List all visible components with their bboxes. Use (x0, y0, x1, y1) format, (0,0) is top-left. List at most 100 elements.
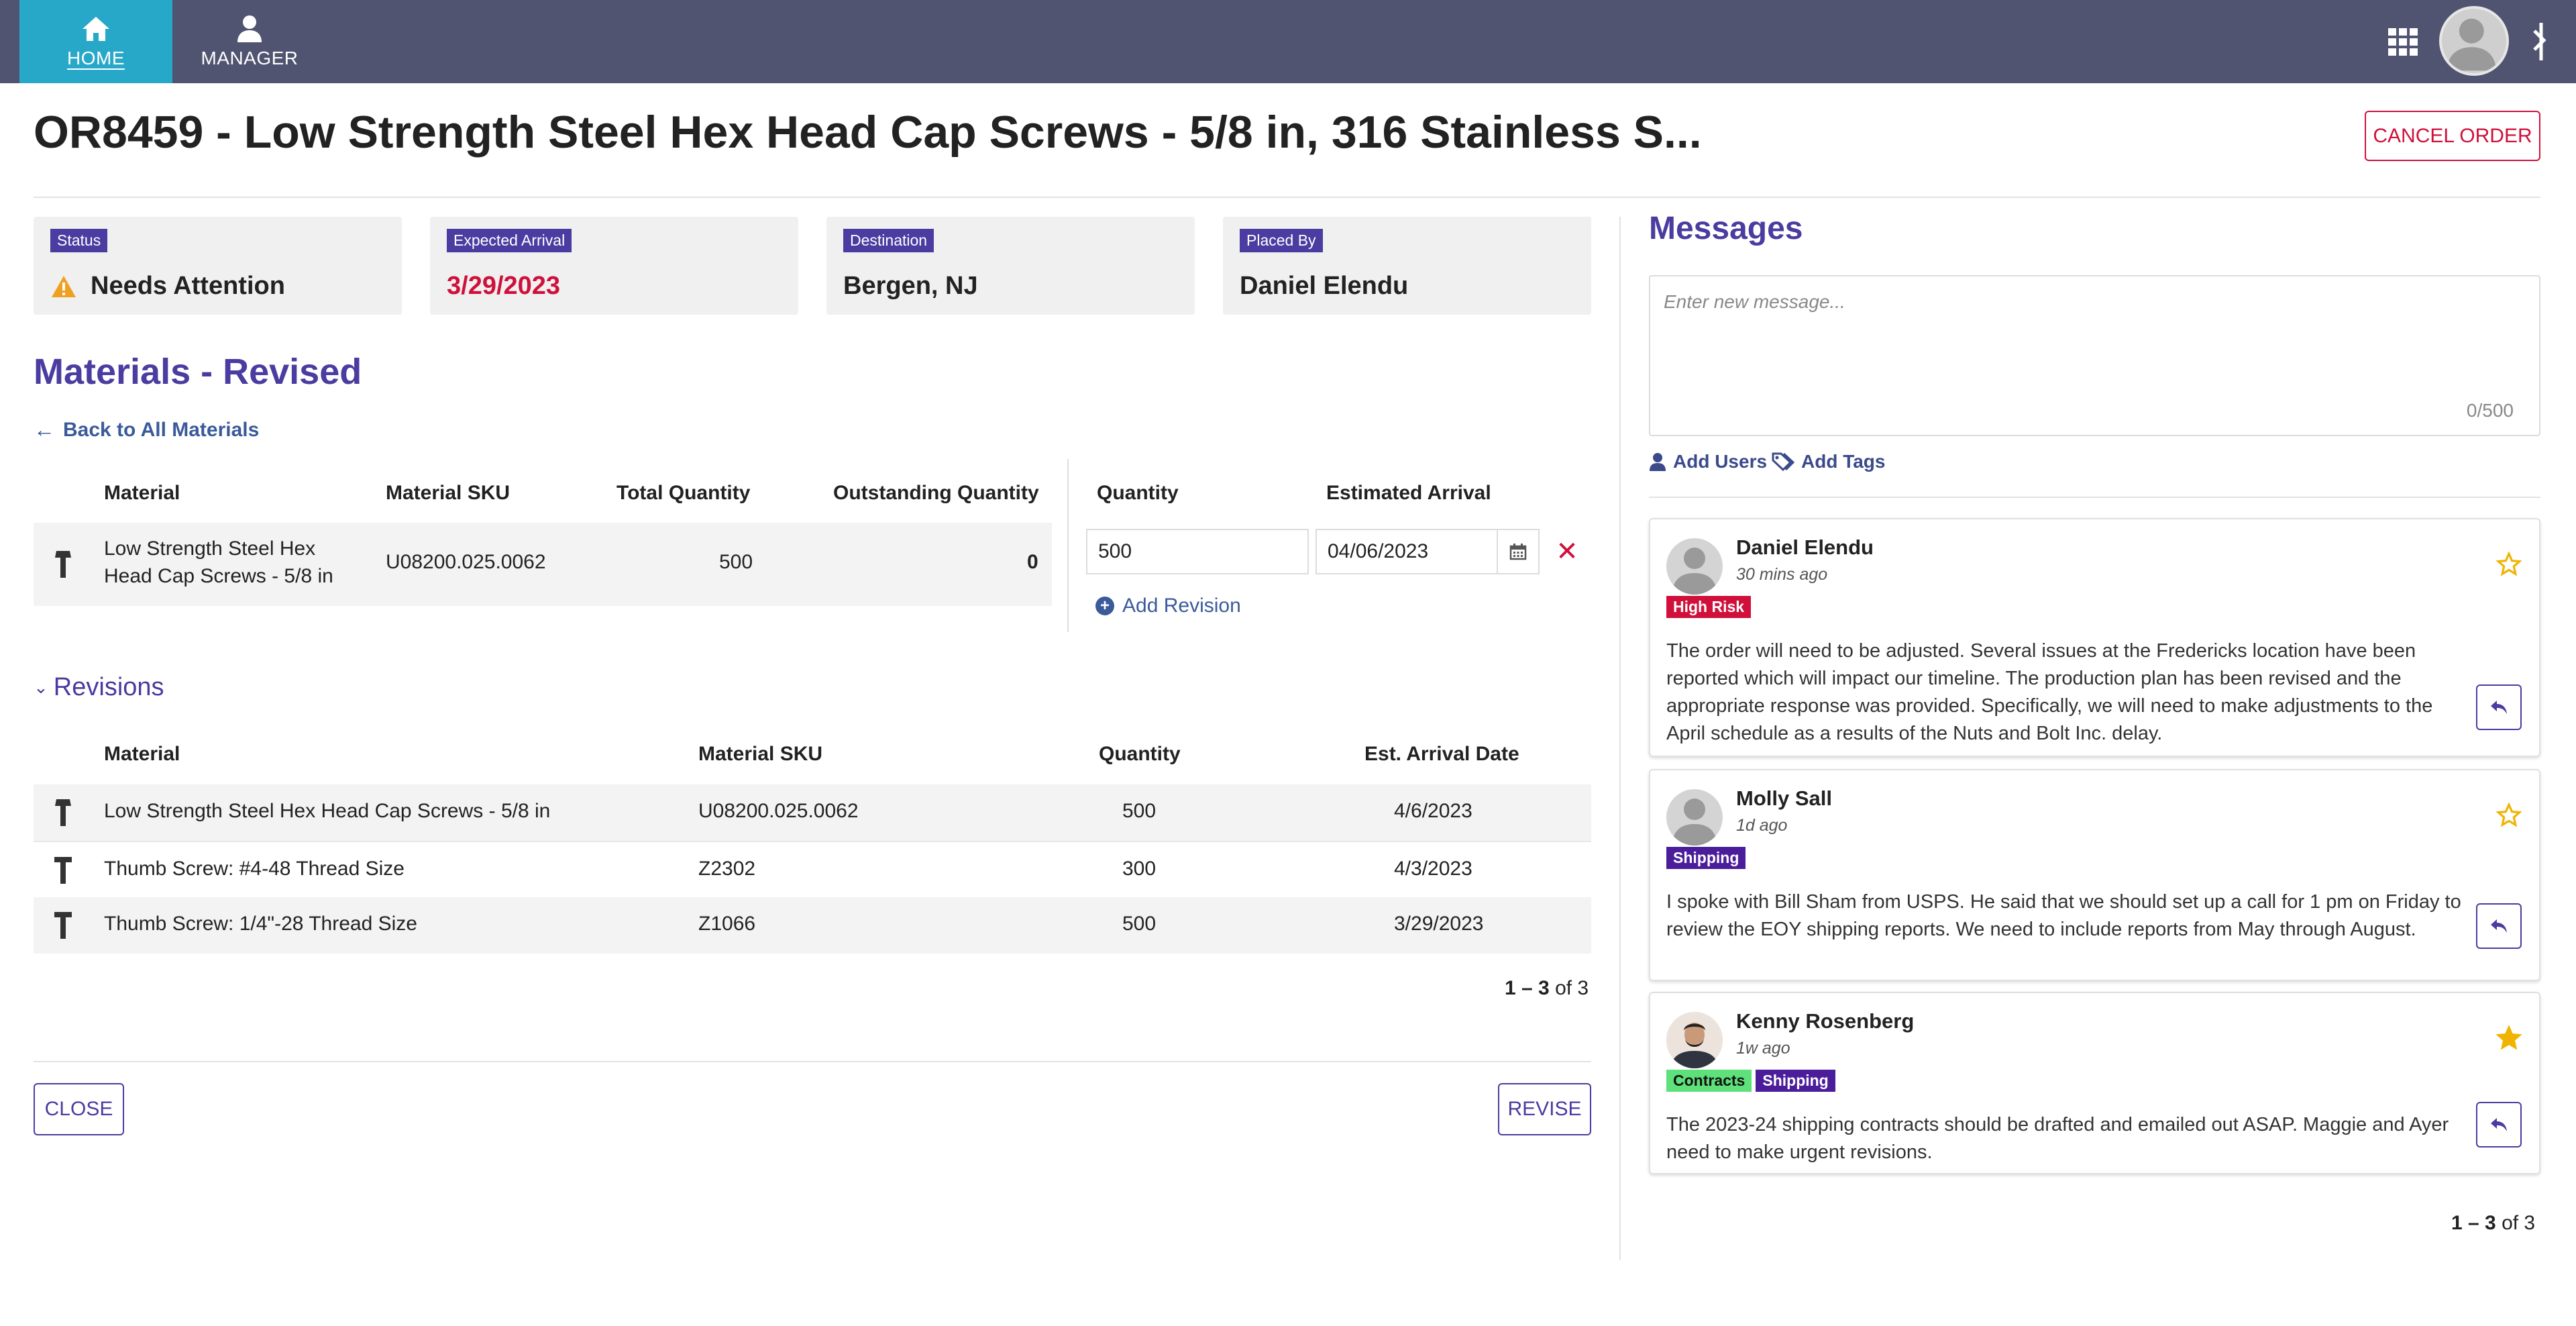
status-value-wrap: Needs Attention (50, 272, 285, 301)
star-outline-icon[interactable] (2496, 803, 2522, 828)
placed-by-value: Daniel Elendu (1240, 272, 1409, 300)
nav-manager-label: MANAGER (201, 48, 299, 68)
messages-title: Messages (1649, 211, 1803, 246)
message-time: 30 mins ago (1736, 565, 1828, 584)
plus-circle-icon: + (1095, 597, 1114, 615)
col-header-quantity: Quantity (1097, 482, 1179, 504)
avatar (1666, 538, 1723, 595)
add-tags-button[interactable]: Add Tags (1772, 451, 1885, 472)
reply-icon (2491, 701, 2507, 714)
message-author: Molly Sall (1736, 786, 1832, 810)
messages-pager: 1 – 3 of 3 (2451, 1212, 2535, 1235)
arrow-left-icon: ← (34, 417, 55, 442)
message-body: The order will need to be adjusted. Seve… (1666, 640, 2433, 744)
revision-row: Thumb Screw: 1/4"-28 Thread Size Z1066 5… (34, 897, 1591, 954)
revision-material: Low Strength Steel Hex Head Cap Screws -… (104, 800, 551, 822)
calendar-button[interactable] (1498, 529, 1540, 574)
col-header-outstanding-quantity: Outstanding Quantity (833, 482, 1039, 504)
star-outline-icon[interactable] (2496, 552, 2522, 577)
rev-header-sku: Material SKU (698, 743, 823, 765)
message-card: Kenny Rosenberg 1w ago Contracts Shippin… (1649, 992, 2540, 1174)
destination-label: Destination (843, 229, 934, 252)
placed-by-label: Placed By (1240, 229, 1323, 252)
revisions-pager-range: 1 – 3 (1505, 977, 1550, 999)
add-revision-label: Add Revision (1122, 595, 1241, 617)
person-silhouette-icon (1672, 799, 1717, 846)
close-button[interactable]: CLOSE (34, 1083, 124, 1135)
screw-icon (55, 551, 71, 578)
revision-material: Thumb Screw: #4-48 Thread Size (104, 858, 405, 880)
materials-title: Materials - Revised (34, 352, 362, 392)
message-time: 1d ago (1736, 816, 1788, 835)
quantity-input[interactable]: 500 (1086, 529, 1309, 574)
expected-arrival-value: 3/29/2023 (447, 272, 561, 300)
messages-pager-total: of 3 (2502, 1212, 2536, 1234)
tags-icon (1772, 452, 1794, 471)
material-name-line1: Low Strength Steel Hex (104, 538, 316, 560)
home-icon (83, 17, 109, 41)
grid-icon[interactable] (2387, 27, 2419, 56)
tag-contracts: Contracts (1666, 1070, 1752, 1092)
add-users-label: Add Users (1673, 451, 1768, 472)
logout-icon[interactable] (2528, 20, 2555, 63)
rev-header-material: Material (104, 743, 180, 765)
destination-card: Destination Bergen, NJ (826, 217, 1195, 315)
status-label: Status (50, 229, 108, 252)
person-silhouette-icon (1672, 548, 1717, 595)
avatar (1666, 1012, 1723, 1068)
star-filled-icon[interactable] (2496, 1025, 2522, 1051)
reply-icon (2491, 919, 2507, 933)
nav-home-tab[interactable]: HOME (19, 0, 172, 83)
revision-material: Thumb Screw: 1/4"-28 Thread Size (104, 913, 417, 935)
back-to-materials-link[interactable]: ← Back to All Materials (34, 417, 259, 442)
avatar (1666, 789, 1723, 846)
col-header-material: Material (104, 482, 180, 504)
message-card: Daniel Elendu 30 mins ago High Risk The … (1649, 518, 2540, 757)
status-card: Status Needs Attention (34, 217, 402, 315)
user-avatar[interactable] (2439, 6, 2509, 76)
revision-arrival: 3/29/2023 (1394, 913, 1484, 935)
message-time: 1w ago (1736, 1039, 1790, 1058)
user-icon (1650, 453, 1666, 471)
revision-sku: Z2302 (698, 858, 756, 880)
screw-icon (55, 799, 71, 826)
revisions-pager-total: of 3 (1555, 977, 1589, 999)
cancel-order-button[interactable]: CANCEL ORDER (2365, 111, 2540, 161)
page-title: OR8459 - Low Strength Steel Hex Head Cap… (34, 107, 1702, 158)
tag-shipping: Shipping (1756, 1070, 1835, 1092)
reply-button[interactable] (2476, 903, 2522, 949)
nav-manager-tab[interactable]: MANAGER (172, 0, 327, 83)
remove-revision-button[interactable]: ✕ (1554, 537, 1580, 566)
reply-button[interactable] (2476, 1102, 2522, 1148)
user-icon (237, 15, 262, 42)
message-author: Daniel Elendu (1736, 536, 1874, 559)
col-header-total-quantity: Total Quantity (616, 482, 751, 504)
back-link-label: Back to All Materials (63, 418, 260, 441)
message-body: The 2023-24 shipping contracts should be… (1666, 1114, 2449, 1163)
revision-arrival: 4/3/2023 (1394, 858, 1472, 880)
top-navbar: HOME MANAGER (0, 0, 2576, 83)
rev-header-arrival: Est. Arrival Date (1364, 743, 1519, 765)
warning-icon (52, 275, 76, 297)
tag-high-risk: High Risk (1666, 596, 1752, 618)
col-header-sku: Material SKU (386, 482, 511, 504)
revise-button[interactable]: REVISE (1498, 1083, 1591, 1135)
revisions-toggle[interactable]: ⌄ Revisions (34, 673, 164, 702)
add-users-button[interactable]: Add Users (1649, 451, 1767, 472)
material-total-quantity: 500 (719, 551, 753, 573)
revision-sku: U08200.025.0062 (698, 800, 859, 822)
material-outstanding-quantity: 0 (1027, 551, 1038, 573)
message-author: Kenny Rosenberg (1736, 1009, 1915, 1033)
message-textarea[interactable]: Enter new message... 0/500 (1649, 275, 2540, 436)
add-revision-link[interactable]: + Add Revision (1095, 595, 1241, 617)
materials-edit-divider (1067, 459, 1069, 632)
arrival-date-input[interactable]: 04/06/2023 (1316, 529, 1498, 574)
nav-home-label: HOME (67, 48, 125, 68)
add-tags-label: Add Tags (1801, 451, 1886, 472)
revision-quantity: 300 (1122, 858, 1157, 880)
message-tags: High Risk (1666, 596, 1752, 618)
material-sku: U08200.025.0062 (386, 551, 546, 573)
expected-arrival-card: Expected Arrival 3/29/2023 (430, 217, 798, 315)
message-tags: Contracts Shipping (1666, 1070, 1835, 1092)
reply-button[interactable] (2476, 684, 2522, 730)
